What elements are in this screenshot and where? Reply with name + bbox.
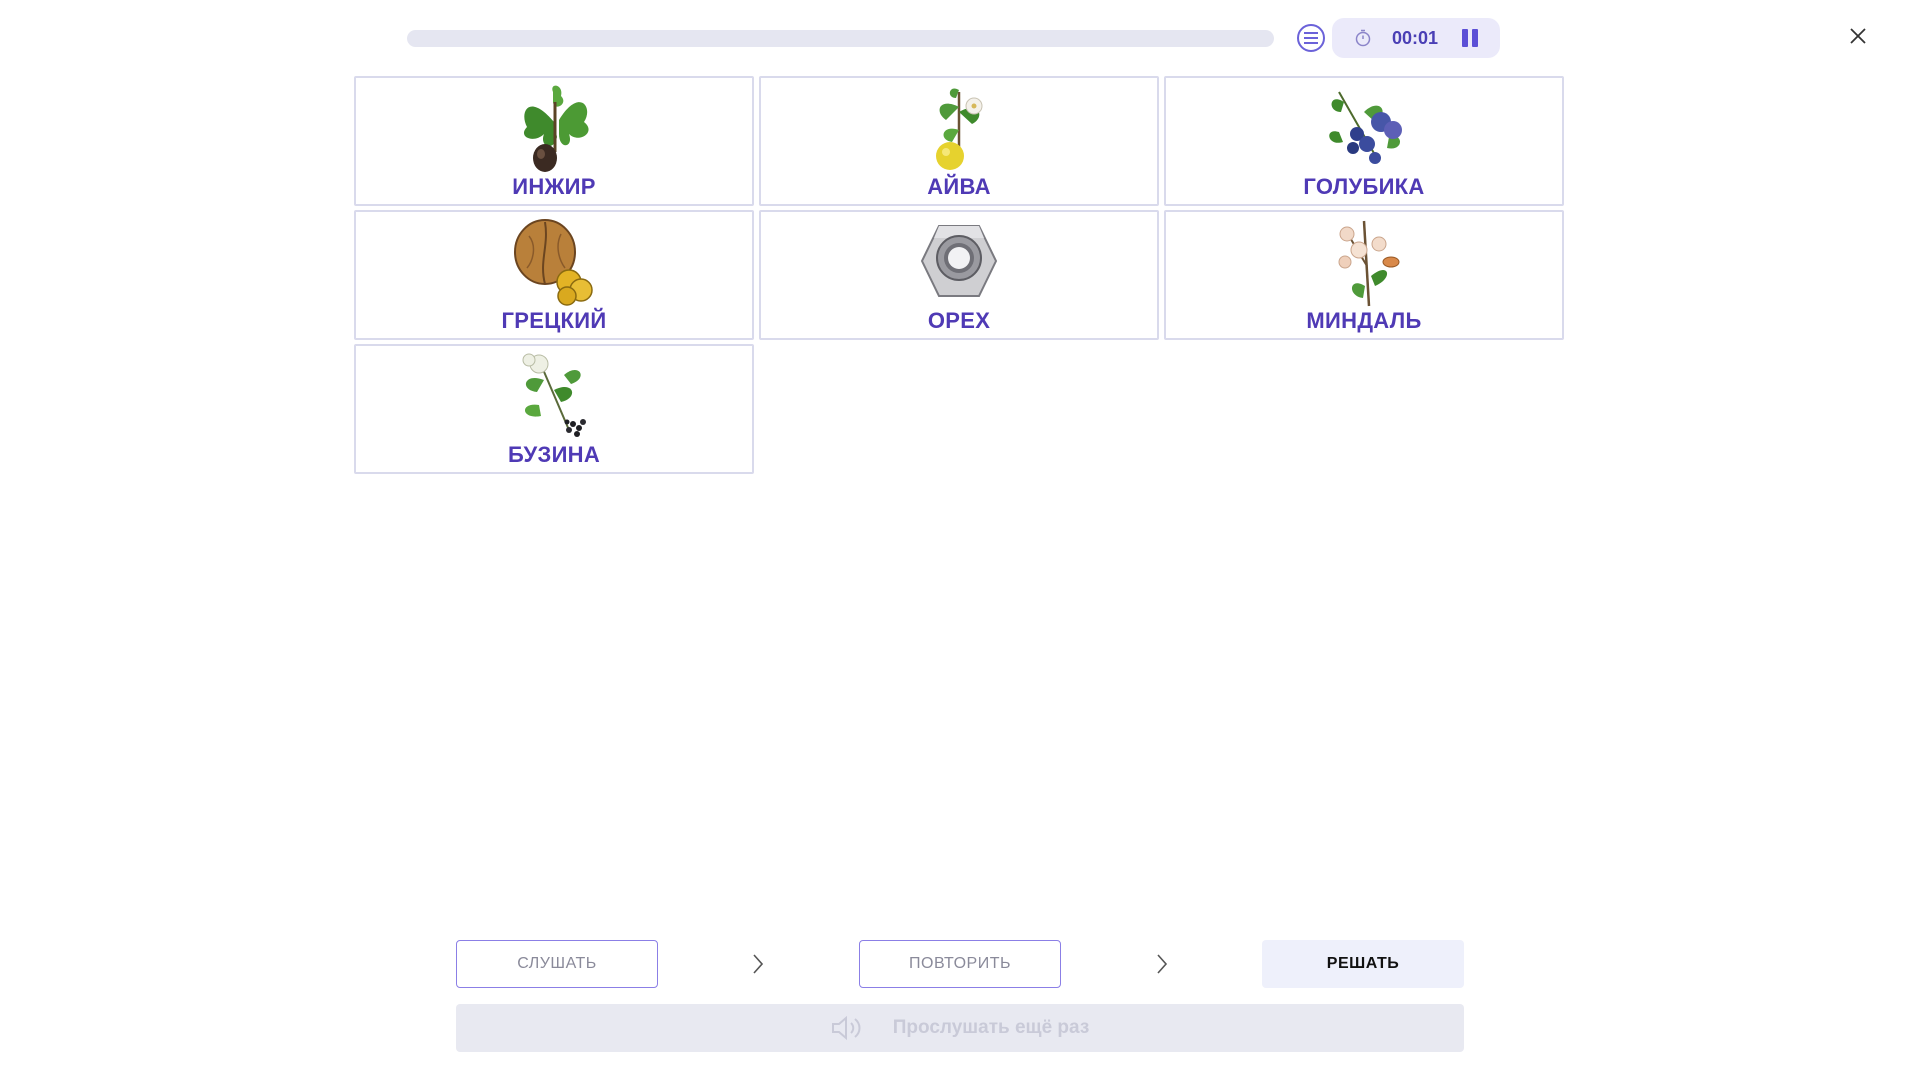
elderberry-plant-image — [522, 353, 586, 437]
fig-plant-image — [523, 85, 589, 172]
card-quince[interactable]: АЙВА — [759, 76, 1159, 206]
card-almond[interactable]: МИНДАЛЬ — [1164, 210, 1564, 340]
listen-step-button[interactable]: СЛУШАТЬ — [456, 940, 658, 988]
walnut-image — [514, 219, 593, 306]
pause-button[interactable] — [1460, 29, 1480, 47]
chevron-right-icon — [1157, 954, 1168, 974]
timer-value: 00:01 — [1392, 28, 1439, 48]
task-list-button[interactable] — [1297, 24, 1325, 52]
card-walnut[interactable]: ГРЕЦКИЙ — [354, 210, 754, 340]
card-label: АЙВА — [927, 174, 991, 199]
card-elderberry[interactable]: БУЗИНА — [354, 344, 754, 474]
blueberry-plant-image — [1329, 91, 1402, 164]
progress-bar — [407, 30, 1274, 47]
list-icon — [1304, 32, 1318, 44]
solve-step-button[interactable]: РЕШАТЬ — [1262, 940, 1464, 988]
card-label: БУЗИНА — [507, 442, 601, 467]
listen-again-button[interactable]: Прослушать ещё раз — [456, 1004, 1464, 1052]
card-label: ИНЖИР — [512, 174, 596, 199]
chevron-right-icon — [753, 954, 764, 974]
pause-icon — [1462, 29, 1468, 47]
card-blueberry[interactable]: ГОЛУБИКА — [1164, 76, 1564, 206]
card-label: ОРЕХ — [927, 308, 991, 333]
listen-again-label: Прослушать ещё раз — [892, 1017, 1090, 1038]
timer-panel: 00:01 — [1332, 18, 1500, 58]
card-label: ГРЕЦКИЙ — [501, 308, 607, 333]
speaker-icon — [831, 1015, 861, 1041]
repeat-step-button[interactable]: ПОВТОРИТЬ — [859, 940, 1061, 988]
almond-blossom-image — [1338, 220, 1400, 307]
close-icon[interactable] — [1844, 22, 1872, 50]
stopwatch-icon — [1355, 29, 1371, 47]
hex-nut-image — [920, 225, 998, 297]
card-label: МИНДАЛЬ — [1306, 308, 1422, 333]
card-fig[interactable]: ИНЖИР — [354, 76, 754, 206]
card-nut[interactable]: ОРЕХ — [759, 210, 1159, 340]
card-label: ГОЛУБИКА — [1303, 174, 1425, 199]
quince-plant-image — [936, 88, 983, 170]
